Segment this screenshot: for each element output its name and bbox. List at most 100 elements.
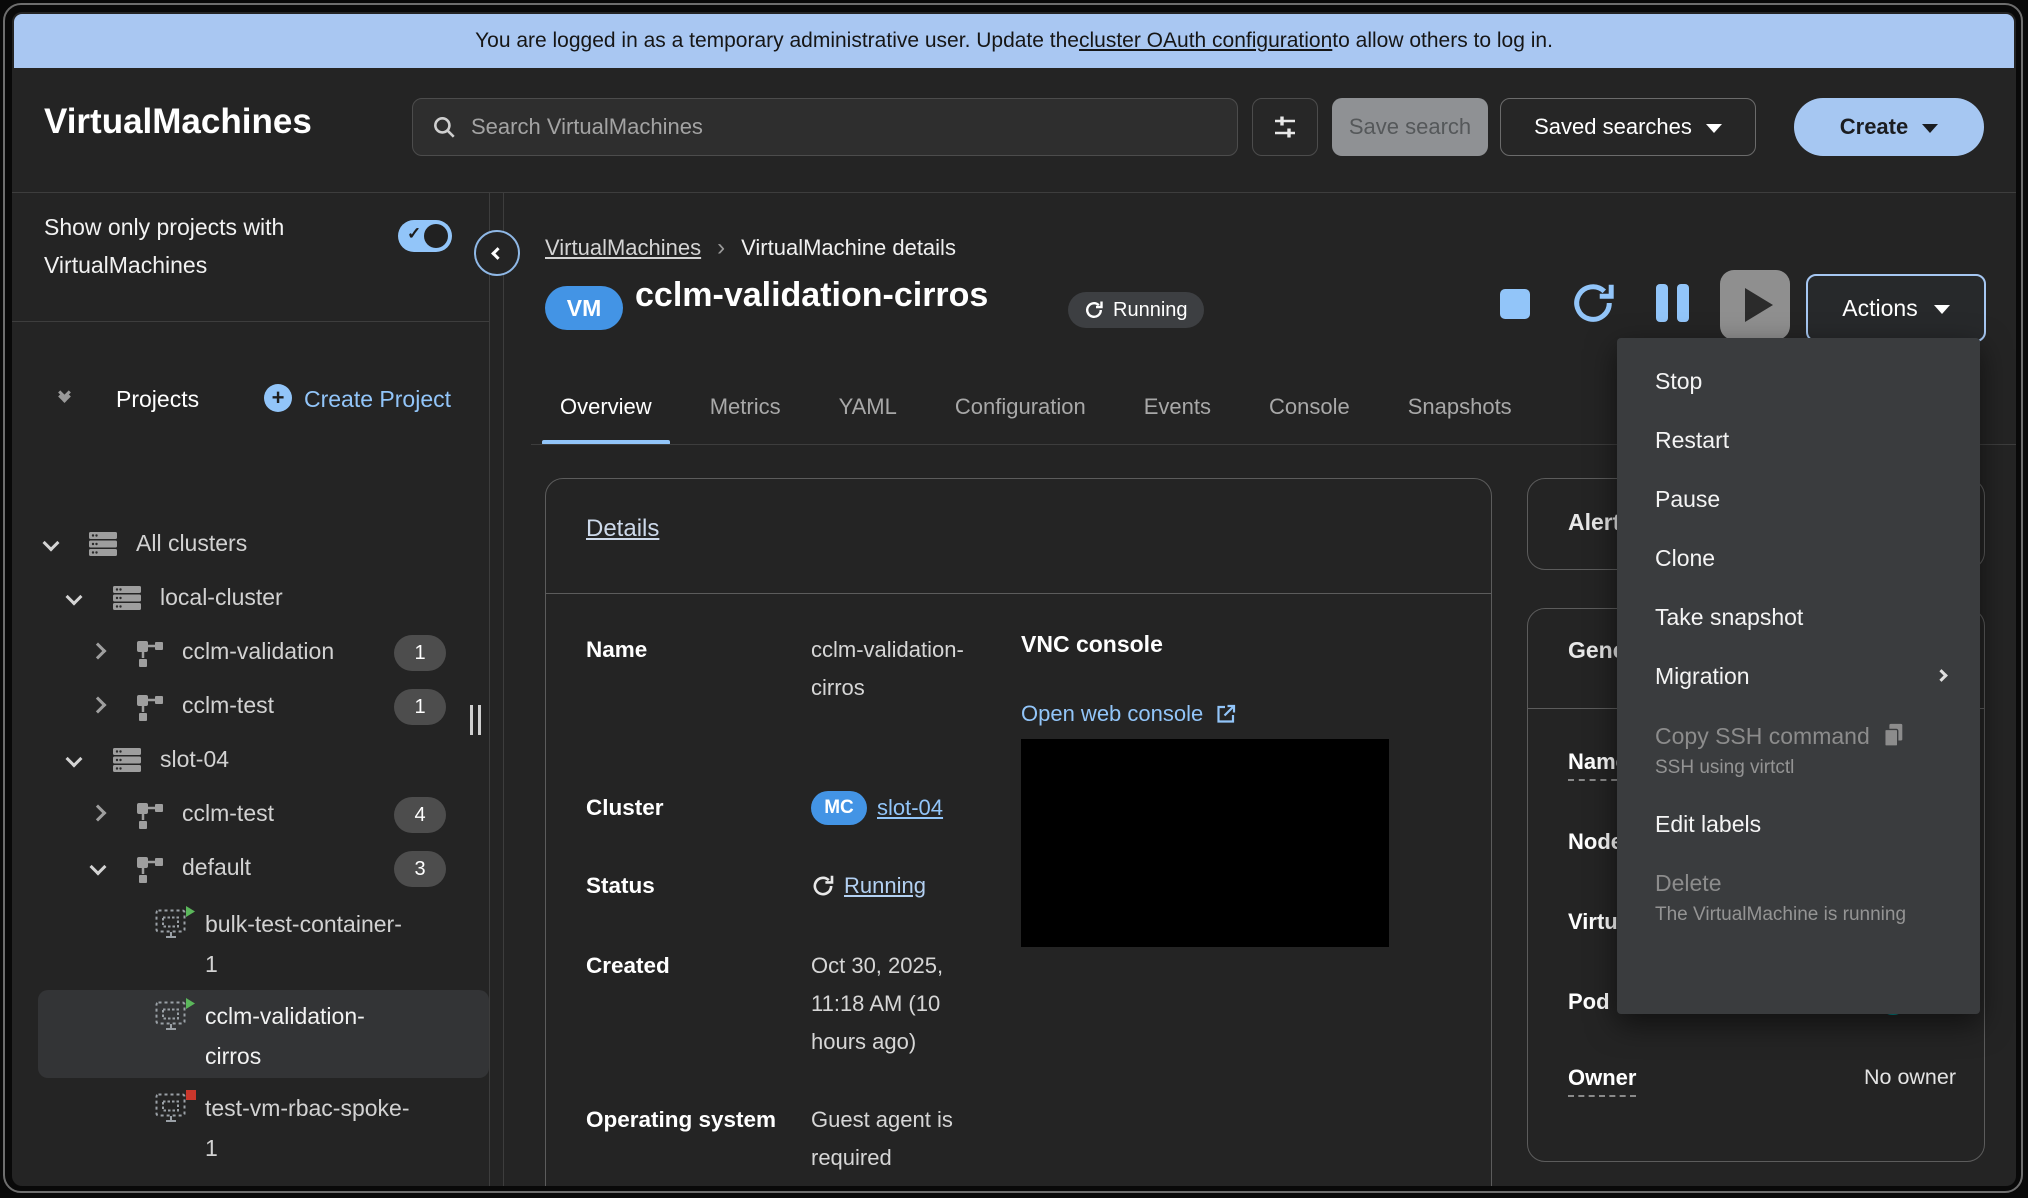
tab-snapshots[interactable]: Snapshots bbox=[1390, 368, 1530, 445]
sync-icon bbox=[811, 874, 835, 898]
tree-item-label: cclm-test bbox=[182, 692, 274, 719]
tab-yaml[interactable]: YAML bbox=[821, 368, 915, 445]
chevron-right-icon[interactable] bbox=[90, 643, 107, 660]
copy-icon bbox=[1882, 722, 1906, 748]
actions-button[interactable]: Actions bbox=[1806, 274, 1986, 342]
tab-metrics[interactable]: Metrics bbox=[692, 368, 799, 445]
tree-item-cclm-validation-cirros[interactable]: cclm-validation-cirros bbox=[38, 990, 489, 1078]
vm-count-badge: 3 bbox=[394, 851, 446, 887]
search-bar[interactable] bbox=[412, 98, 1238, 156]
play-icon bbox=[1745, 288, 1773, 322]
chevron-down-icon[interactable] bbox=[90, 859, 107, 876]
project-icon bbox=[134, 638, 164, 673]
stop-button[interactable] bbox=[1500, 289, 1530, 319]
tree-item-label: cclm-test bbox=[182, 800, 274, 827]
general-label-virtualmachineinstance: Virtu bbox=[1568, 909, 1618, 935]
panel-resizer-track[interactable] bbox=[503, 193, 504, 1186]
general-label-node: Node bbox=[1568, 829, 1623, 855]
tree-item-cclm-test-slot04[interactable]: cclm-test 4 bbox=[12, 788, 489, 842]
menu-item-restart[interactable]: Restart bbox=[1617, 411, 1980, 470]
general-label-owner[interactable]: Owner bbox=[1568, 1065, 1636, 1097]
owner-value: No owner bbox=[1864, 1065, 1956, 1090]
open-web-console-link[interactable]: Open web console bbox=[1021, 701, 1237, 727]
breadcrumb-virtualmachines-link[interactable]: VirtualMachines bbox=[545, 235, 701, 261]
tree-item-label: test-vm-rbac-spoke-1 bbox=[205, 1088, 410, 1168]
caret-down-icon bbox=[1706, 124, 1722, 133]
tree-item-bulk-test-container-1[interactable]: bulk-test-container-1 bbox=[12, 902, 489, 980]
caret-down-icon bbox=[1922, 124, 1938, 133]
restart-icon bbox=[1570, 280, 1616, 326]
saved-searches-button[interactable]: Saved searches bbox=[1500, 98, 1756, 156]
page-title: VirtualMachines bbox=[44, 102, 312, 142]
chevron-down-icon[interactable] bbox=[66, 751, 83, 768]
save-search-label: Save search bbox=[1349, 114, 1471, 140]
breadcrumb-chevron-icon: › bbox=[717, 234, 725, 262]
actions-menu: Stop Restart Pause Clone Take snapshot M… bbox=[1617, 338, 1980, 1014]
menu-item-delete: Delete The VirtualMachine is running bbox=[1617, 854, 1980, 942]
create-button[interactable]: Create bbox=[1794, 98, 1984, 156]
chevron-right-icon[interactable] bbox=[90, 805, 107, 822]
tree-item-local-cluster[interactable]: local-cluster bbox=[12, 572, 489, 626]
vm-stopped-icon bbox=[155, 1090, 197, 1131]
tree-item-default[interactable]: default 3 bbox=[12, 842, 489, 896]
vm-status-badge: Running bbox=[1068, 292, 1204, 328]
detail-label-cluster: Cluster bbox=[586, 789, 791, 827]
detail-value-cluster: MC slot-04 bbox=[811, 789, 1031, 827]
toggle-knob bbox=[424, 224, 448, 248]
vm-count-badge: 1 bbox=[394, 689, 446, 725]
menu-item-edit-labels[interactable]: Edit labels bbox=[1617, 795, 1980, 854]
chevron-right-icon bbox=[1935, 669, 1948, 682]
migration-label: Migration bbox=[1655, 663, 1750, 689]
oauth-config-link[interactable]: cluster OAuth configuration bbox=[1079, 29, 1332, 53]
menu-item-take-snapshot[interactable]: Take snapshot bbox=[1617, 588, 1980, 647]
save-search-button: Save search bbox=[1332, 98, 1488, 156]
tree-item-label: bulk-test-container-1 bbox=[205, 904, 410, 984]
cluster-icon bbox=[88, 530, 118, 563]
advanced-filters-button[interactable] bbox=[1252, 98, 1318, 156]
sync-icon bbox=[1084, 300, 1104, 320]
tree-item-cclm-test[interactable]: cclm-test 1 bbox=[12, 680, 489, 734]
pause-button[interactable] bbox=[1656, 284, 1689, 322]
sidebar-collapse-button[interactable] bbox=[474, 230, 520, 276]
banner-text-after: to allow others to log in. bbox=[1332, 29, 1553, 53]
details-card-title[interactable]: Details bbox=[586, 515, 659, 543]
tree-item-all-clusters[interactable]: All clusters bbox=[12, 518, 489, 572]
create-project-link[interactable]: Create Project bbox=[304, 386, 451, 413]
menu-item-pause[interactable]: Pause bbox=[1617, 470, 1980, 529]
chevron-down-icon[interactable] bbox=[43, 535, 60, 552]
chevron-down-icon[interactable] bbox=[66, 589, 83, 606]
menu-item-migration[interactable]: Migration bbox=[1617, 647, 1980, 706]
sidebar-divider bbox=[489, 193, 490, 1186]
delete-description: The VirtualMachine is running bbox=[1655, 904, 1942, 926]
vnc-console-screen[interactable] bbox=[1021, 739, 1389, 947]
tree-item-test-vm-rbac-spoke-1[interactable]: test-vm-rbac-spoke-1 bbox=[12, 1086, 489, 1164]
chevron-right-icon[interactable] bbox=[90, 697, 107, 714]
tab-console[interactable]: Console bbox=[1251, 368, 1368, 445]
status-link[interactable]: Running bbox=[844, 867, 926, 905]
projects-filter-toggle[interactable]: ✓ bbox=[398, 220, 452, 252]
tab-configuration[interactable]: Configuration bbox=[937, 368, 1104, 445]
tree-item-cclm-validation[interactable]: cclm-validation 1 bbox=[12, 626, 489, 680]
plus-circle-icon[interactable]: + bbox=[264, 384, 292, 412]
tab-events[interactable]: Events bbox=[1126, 368, 1229, 445]
search-input[interactable] bbox=[471, 114, 1219, 140]
app-window: You are logged in as a temporary adminis… bbox=[12, 12, 2016, 1186]
menu-item-stop[interactable]: Stop bbox=[1617, 352, 1980, 411]
cluster-link[interactable]: slot-04 bbox=[877, 789, 943, 827]
panel-resize-handle[interactable] bbox=[470, 705, 481, 735]
detail-label-status: Status bbox=[586, 867, 791, 905]
header-divider bbox=[12, 192, 2016, 193]
detail-tabs: Overview Metrics YAML Configuration Even… bbox=[542, 368, 1530, 445]
vnc-console-title: VNC console bbox=[1021, 631, 1163, 658]
vm-title: cclm-validation-cirros bbox=[635, 276, 988, 315]
menu-item-clone[interactable]: Clone bbox=[1617, 529, 1980, 588]
project-icon bbox=[134, 692, 164, 727]
restart-button[interactable] bbox=[1570, 280, 1616, 331]
tree-item-slot-04[interactable]: slot-04 bbox=[12, 734, 489, 788]
detail-value-status: Running bbox=[811, 867, 1031, 905]
delete-label: Delete bbox=[1655, 870, 1721, 896]
collapse-all-icon[interactable] bbox=[60, 388, 69, 401]
tab-overview[interactable]: Overview bbox=[542, 368, 670, 445]
caret-down-icon bbox=[1934, 305, 1950, 314]
menu-item-copy-ssh-command: Copy SSH command SSH using virtctl bbox=[1617, 706, 1980, 795]
